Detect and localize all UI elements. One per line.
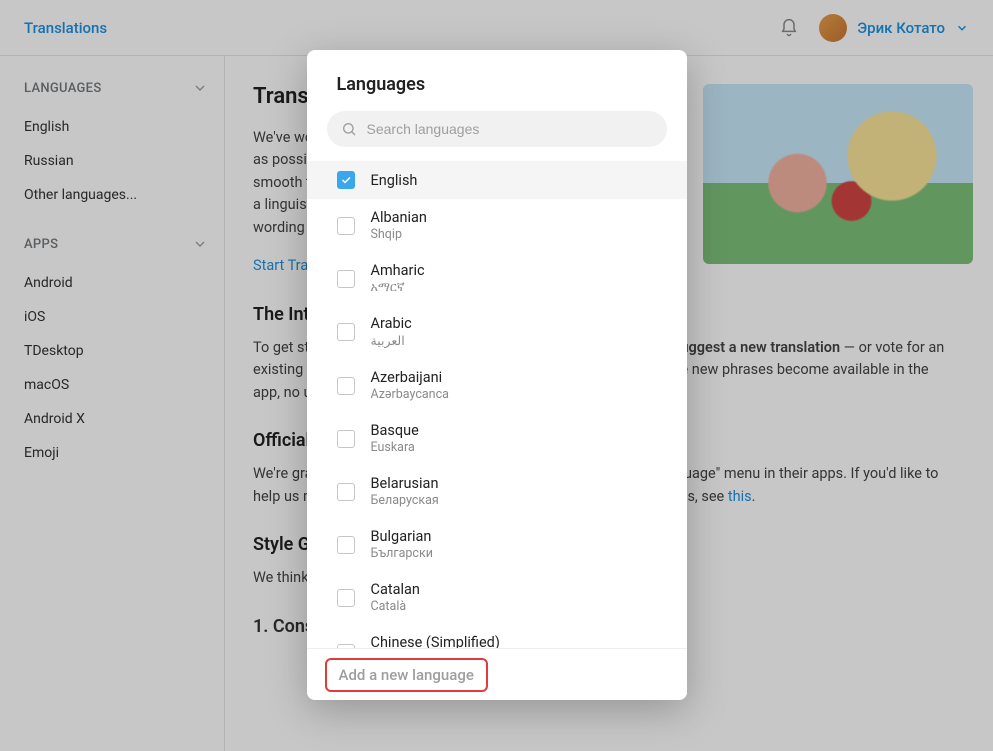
language-native: አማርኛ (371, 280, 425, 295)
language-name: Albanian (371, 209, 427, 226)
language-row[interactable]: CatalanCatalà (307, 571, 687, 624)
language-name: English (371, 172, 418, 189)
language-row[interactable]: English (307, 161, 687, 199)
language-row[interactable]: BelarusianБеларуская (307, 465, 687, 518)
language-name: Amharic (371, 262, 425, 279)
language-text: CatalanCatalà (371, 581, 420, 614)
language-name: Bulgarian (371, 528, 433, 545)
search-icon (341, 121, 357, 137)
language-row[interactable]: BulgarianБългарски (307, 518, 687, 571)
checkbox[interactable] (337, 270, 355, 288)
language-text: BasqueEuskara (371, 422, 419, 455)
checkbox[interactable] (337, 377, 355, 395)
checkbox[interactable] (337, 589, 355, 607)
checkbox[interactable] (337, 171, 355, 189)
language-row[interactable]: BasqueEuskara (307, 412, 687, 465)
languages-modal: Languages English AlbanianShqip Amharicአማር… (307, 50, 687, 700)
add-language-button[interactable]: Add a new language (325, 658, 488, 692)
language-name: Catalan (371, 581, 420, 598)
language-text: BulgarianБългарски (371, 528, 433, 561)
language-row[interactable]: AzerbaijaniAzərbaycanca (307, 359, 687, 412)
language-text: Chinese (Simplified)简体中文 (371, 634, 500, 648)
language-row[interactable]: Arabicالعربية (307, 305, 687, 359)
checkbox[interactable] (337, 536, 355, 554)
modal-footer: Add a new language (307, 648, 687, 700)
language-name: Chinese (Simplified) (371, 634, 500, 648)
language-text: English (371, 172, 418, 189)
language-text: Amharicአማርኛ (371, 262, 425, 295)
checkbox[interactable] (337, 217, 355, 235)
language-native: Euskara (371, 440, 419, 455)
language-list[interactable]: English AlbanianShqip Amharicአማርኛ Arabicالع… (307, 161, 687, 648)
language-text: BelarusianБеларуская (371, 475, 439, 508)
search-wrap (307, 105, 687, 161)
language-name: Belarusian (371, 475, 439, 492)
language-text: AzerbaijaniAzərbaycanca (371, 369, 449, 402)
search-input[interactable] (367, 121, 653, 137)
checkbox[interactable] (337, 430, 355, 448)
language-text: Arabicالعربية (371, 315, 412, 349)
language-native: العربية (371, 333, 412, 349)
language-row[interactable]: AlbanianShqip (307, 199, 687, 252)
modal-title: Languages (307, 50, 687, 105)
search-field[interactable] (327, 111, 667, 147)
language-native: Български (371, 546, 433, 561)
language-native: Azərbaycanca (371, 387, 449, 402)
language-native: Català (371, 599, 420, 614)
language-native: Shqip (371, 227, 427, 242)
language-row[interactable]: Amharicአማርኛ (307, 252, 687, 305)
checkbox[interactable] (337, 323, 355, 341)
modal-overlay[interactable]: Languages English AlbanianShqip Amharicአማር… (0, 0, 993, 751)
language-name: Azerbaijani (371, 369, 449, 386)
language-text: AlbanianShqip (371, 209, 427, 242)
language-native: Беларуская (371, 493, 439, 508)
language-name: Arabic (371, 315, 412, 332)
language-row[interactable]: Chinese (Simplified)简体中文 (307, 624, 687, 648)
checkbox[interactable] (337, 483, 355, 501)
language-name: Basque (371, 422, 419, 439)
